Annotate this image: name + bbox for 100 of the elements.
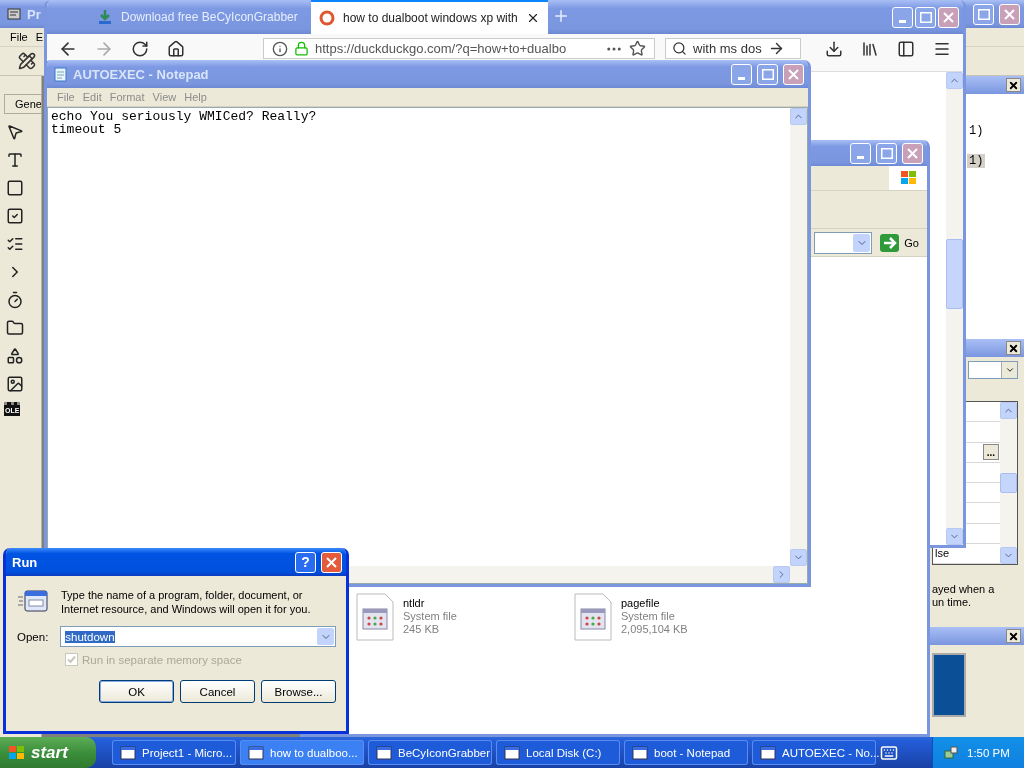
dialog-button[interactable]: OK [99,680,174,703]
timer-icon[interactable] [6,291,24,309]
star-icon[interactable] [629,40,646,57]
checkmark-icon [67,655,76,664]
clock: 1:50 PM [967,746,1010,759]
ellipsis-button[interactable]: ... [982,444,999,461]
image-icon[interactable] [6,375,24,393]
network-icon[interactable] [943,744,959,761]
file-name[interactable]: ntldr [403,597,457,610]
taskbar-item[interactable]: boot - Notepad [624,740,748,765]
maximize-icon [761,68,774,80]
system-file-icon [355,593,395,641]
file-type: System file [621,610,676,623]
toolbox-tab[interactable]: Gene [4,94,42,114]
pointer-icon[interactable] [6,123,24,141]
windows-logo-icon [8,744,26,761]
window-title: AUTOEXEC - Notepad [73,66,209,82]
search-field[interactable]: with ms dos [665,38,801,59]
close-button[interactable] [1006,629,1021,643]
maximize-icon [919,11,932,23]
sidebar-icon [897,39,915,58]
text-line: echo You seriously WMICed? Really? [51,110,318,123]
close-icon [1008,630,1019,642]
description-text: un time. [932,596,973,609]
file-type: System file [403,610,457,623]
close-button[interactable] [1006,341,1021,355]
library-icon [861,39,879,58]
text-line: timeout 5 [51,123,122,136]
close-icon [326,556,337,568]
frame-icon[interactable] [6,179,24,197]
scrollbar[interactable] [1000,402,1017,564]
close-icon [943,11,954,23]
scroll-thumb[interactable] [946,239,963,309]
notepad-icon [53,66,68,82]
scrollbar[interactable] [946,72,963,545]
list-icon[interactable] [6,235,24,253]
taskbar-item[interactable]: Project1 - Micro... [112,740,236,765]
scroll-thumb[interactable] [1000,473,1017,493]
folder-icon[interactable] [6,319,24,337]
description-text: ayed when a [932,583,996,596]
window-title: Run [12,554,38,570]
shapes-icon[interactable] [6,347,24,365]
lock-icon [294,41,309,56]
dialog-button[interactable]: Cancel [180,680,255,703]
windows-logo-icon [899,170,918,186]
browser-tab[interactable]: how to dualboot windows xp with [311,0,548,34]
minimize-icon [899,19,906,23]
window-icon [376,744,392,761]
close-icon [907,147,918,159]
help-button[interactable]: ? [295,551,316,573]
window-title: Pr [27,6,41,22]
arrow-right-icon [880,233,900,252]
open-field[interactable]: shutdown [60,626,336,647]
info-icon [272,40,288,57]
property-value[interactable]: lse [933,547,950,560]
run-icon [17,588,49,614]
home-icon [167,39,185,58]
search-icon [672,41,687,56]
minimize-icon [857,155,864,159]
minimize-icon [738,76,745,80]
checkbox-icon[interactable] [6,207,24,225]
form-preview [932,653,966,717]
keyboard-icon[interactable] [880,743,898,762]
file-size: 245 KB [403,623,441,636]
go-button[interactable]: Go [876,231,923,254]
project-item[interactable]: 1) [967,154,986,168]
download-icon [97,9,113,25]
close-icon [788,68,799,80]
checkbox-label: Run in separate memory space [82,653,242,666]
close-icon [1004,8,1015,20]
taskbar-item[interactable]: BeCyIconGrabber [368,740,492,765]
dialog-button[interactable]: Browse... [261,680,336,703]
menu-item[interactable]: E [31,31,48,43]
reload-icon [131,39,149,58]
taskbar-item[interactable]: Local Disk (C:) [496,740,620,765]
download-icon [825,39,843,58]
system-file-icon [573,593,613,641]
close-button[interactable] [1006,78,1021,92]
taskbar-item[interactable]: how to dualboo... [240,740,364,765]
form-icon[interactable] [18,52,36,70]
window-icon [248,744,264,761]
maximize-icon [977,8,990,20]
close-icon [1008,79,1019,91]
menu-item[interactable]: File [6,31,32,43]
maximize-icon [880,147,893,159]
file-size: 2,095,104 KB [621,623,688,636]
app-icon [6,6,22,22]
close-icon [1008,342,1019,354]
start-button[interactable]: start [0,737,96,768]
caret-icon [1004,365,1015,375]
file-name[interactable]: pagefile [621,597,688,610]
object-dropdown[interactable] [968,361,1018,379]
open-label: Open: [17,630,49,643]
label-icon[interactable] [6,151,24,169]
url-field[interactable]: https://duckduckgo.com/?q=how+to+dualbo [263,38,655,59]
scrollbar[interactable] [790,108,807,566]
project-item[interactable]: 1) [967,124,986,138]
window-icon [760,744,776,761]
window-icon [632,744,648,761]
address-field[interactable] [814,231,873,254]
